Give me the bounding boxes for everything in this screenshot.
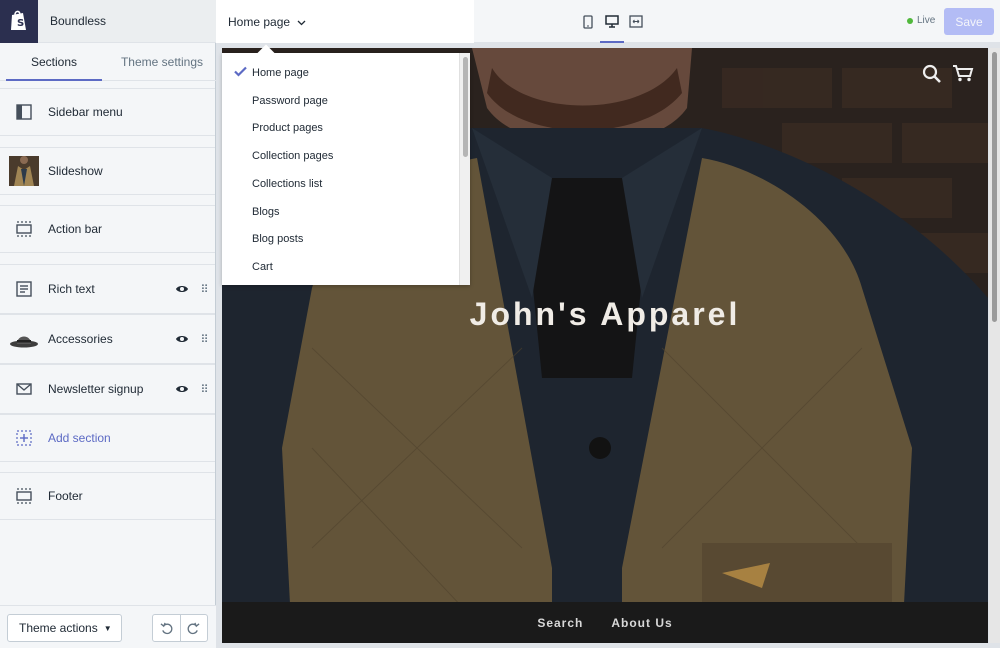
tab-theme-settings[interactable]: Theme settings bbox=[108, 43, 216, 80]
section-label: Footer bbox=[48, 489, 83, 503]
page-selector[interactable]: Home page bbox=[216, 0, 474, 43]
dropdown-item-cart[interactable]: Cart bbox=[222, 253, 458, 280]
desktop-icon bbox=[605, 15, 619, 28]
shopify-logo[interactable]: S bbox=[0, 0, 38, 43]
desktop-view-button[interactable] bbox=[600, 0, 624, 43]
hat-thumbnail bbox=[0, 330, 48, 348]
add-section-button[interactable]: Add section bbox=[0, 414, 215, 462]
viewport-switcher bbox=[576, 0, 648, 43]
caret-down-icon: ▼ bbox=[103, 623, 112, 633]
redo-button[interactable] bbox=[181, 615, 208, 641]
drag-handle-icon[interactable]: ⠿ bbox=[193, 383, 215, 396]
section-label: Action bar bbox=[48, 222, 103, 236]
fullscreen-view-button[interactable] bbox=[624, 0, 648, 43]
sidebar-footer-bar: Theme actions ▼ bbox=[0, 605, 216, 648]
theme-actions-label: Theme actions bbox=[19, 621, 98, 635]
dropdown-item-blogs[interactable]: Blogs bbox=[222, 198, 458, 225]
hero-title: John's Apparel bbox=[469, 296, 741, 332]
undo-redo-group bbox=[152, 614, 208, 642]
dropdown-item-label: Product pages bbox=[252, 121, 323, 134]
cart-icon[interactable] bbox=[952, 64, 974, 82]
live-dot-icon bbox=[907, 17, 913, 24]
rich-text-icon bbox=[0, 281, 48, 297]
dropdown-item-label: Password page bbox=[252, 94, 328, 107]
preview-scrollbar[interactable] bbox=[989, 48, 1000, 643]
dropdown-item-product-pages[interactable]: Product pages bbox=[222, 114, 458, 141]
add-section-icon bbox=[0, 430, 48, 446]
section-action-bar[interactable]: Action bar bbox=[0, 205, 215, 253]
dropdown-item-password-page[interactable]: Password page bbox=[222, 87, 458, 114]
scrollbar-thumb[interactable] bbox=[992, 52, 997, 322]
drag-handle-icon[interactable]: ⠿ bbox=[193, 333, 215, 346]
add-section-label: Add section bbox=[48, 431, 111, 445]
checkmark-icon bbox=[234, 66, 247, 77]
undo-button[interactable] bbox=[153, 615, 181, 641]
section-accessories[interactable]: Accessories ⠿ bbox=[0, 314, 215, 364]
header-icons bbox=[922, 64, 974, 84]
live-status: Live bbox=[907, 15, 935, 26]
sidebar-header: S Boundless bbox=[0, 0, 216, 43]
footer-link-search[interactable]: Search bbox=[537, 616, 583, 630]
sidebar-tabs: Sections Theme settings bbox=[0, 43, 216, 81]
dropdown-item-label: Blog posts bbox=[252, 232, 304, 245]
shopify-bag-icon: S bbox=[11, 10, 26, 30]
editor-topbar: Home page Live Save bbox=[216, 0, 1000, 43]
dropdown-item-home-page[interactable]: Home page bbox=[222, 59, 458, 86]
fullwidth-icon bbox=[629, 15, 643, 28]
footer-icon bbox=[0, 488, 48, 504]
page-selector-label: Home page bbox=[228, 14, 291, 29]
mobile-view-button[interactable] bbox=[576, 0, 600, 43]
sidebar-layout-icon bbox=[0, 104, 48, 120]
footer-link-about-us[interactable]: About Us bbox=[611, 616, 672, 630]
section-slideshow[interactable]: Slideshow bbox=[0, 147, 215, 195]
dropdown-item-label: Collections list bbox=[252, 177, 323, 190]
live-label: Live bbox=[917, 15, 936, 26]
search-icon[interactable] bbox=[922, 64, 942, 84]
dropdown-scrollbar-thumb[interactable] bbox=[463, 57, 468, 157]
dropdown-item-collection-pages[interactable]: Collection pages bbox=[222, 142, 458, 169]
eye-icon[interactable] bbox=[171, 284, 193, 294]
dropdown-item-blog-posts[interactable]: Blog posts bbox=[222, 225, 458, 252]
chevron-down-icon bbox=[297, 15, 306, 29]
save-button[interactable]: Save bbox=[944, 8, 994, 35]
section-label: Sidebar menu bbox=[48, 105, 123, 119]
dropdown-item-label: Blogs bbox=[252, 205, 280, 218]
section-label: Slideshow bbox=[48, 164, 103, 178]
dropdown-item-label: Collection pages bbox=[252, 149, 334, 162]
redo-icon bbox=[187, 622, 200, 634]
section-label: Newsletter signup bbox=[48, 382, 144, 396]
dropdown-scrollbar[interactable] bbox=[459, 53, 470, 285]
eye-icon[interactable] bbox=[171, 334, 193, 344]
drag-handle-icon[interactable]: ⠿ bbox=[193, 283, 215, 296]
section-label: Accessories bbox=[48, 332, 113, 346]
section-label: Rich text bbox=[48, 282, 95, 296]
tab-sections[interactable]: Sections bbox=[0, 43, 108, 81]
eye-icon[interactable] bbox=[171, 384, 193, 394]
section-sidebar-menu[interactable]: Sidebar menu bbox=[0, 88, 215, 136]
section-footer[interactable]: Footer bbox=[0, 472, 215, 520]
dropdown-item-collections-list[interactable]: Collections list bbox=[222, 170, 458, 197]
mobile-icon bbox=[583, 14, 593, 29]
dropdown-item-label: Cart bbox=[252, 260, 273, 273]
slideshow-thumbnail bbox=[0, 156, 48, 186]
page-dropdown-menu: Home page Password page Product pages Co… bbox=[222, 53, 470, 285]
envelope-icon bbox=[0, 383, 48, 395]
svg-text:S: S bbox=[17, 18, 24, 29]
editor-sidebar: S Boundless Sections Theme settings Side… bbox=[0, 0, 216, 648]
undo-icon bbox=[160, 622, 173, 634]
section-newsletter-signup[interactable]: Newsletter signup ⠿ bbox=[0, 364, 215, 414]
theme-actions-button[interactable]: Theme actions ▼ bbox=[7, 614, 122, 642]
store-name: Boundless bbox=[50, 14, 107, 28]
footer-nav: Search About Us bbox=[222, 602, 988, 643]
action-bar-icon bbox=[0, 221, 48, 237]
dropdown-item-label: Home page bbox=[252, 66, 309, 79]
section-rich-text[interactable]: Rich text ⠿ bbox=[0, 264, 215, 314]
